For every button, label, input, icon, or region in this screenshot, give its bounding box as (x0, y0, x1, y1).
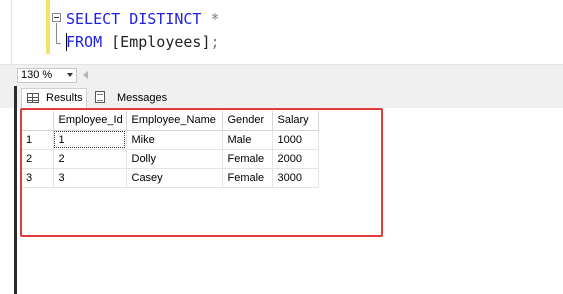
scroll-left-icon[interactable] (83, 71, 88, 79)
table-row[interactable]: 1 1 Mike Male 1000 (21, 130, 319, 150)
fold-guide-end (56, 43, 61, 44)
tab-messages-label: Messages (117, 92, 168, 104)
grid-icon (27, 93, 39, 103)
table-cell[interactable]: Casey (126, 168, 223, 188)
table-cell[interactable]: 1 (53, 130, 127, 150)
zoom-bar: 130 % (0, 64, 563, 87)
chevron-down-icon[interactable] (67, 73, 73, 77)
zoom-value: 130 % (21, 69, 53, 81)
column-header-employee-name[interactable]: Employee_Name (126, 111, 223, 131)
messages-icon (95, 91, 105, 103)
code-line-1[interactable]: SELECT DISTINCT * (66, 9, 220, 29)
table-cell[interactable]: Male (222, 130, 273, 150)
table-cell[interactable]: 3000 (272, 168, 319, 188)
zoom-select[interactable]: 130 % (17, 68, 77, 83)
header-row: Employee_Id Employee_Name Gender Salary (21, 111, 319, 131)
table-cell[interactable]: Dolly (126, 149, 223, 169)
table-cell[interactable]: Mike (126, 130, 223, 150)
column-header-salary[interactable]: Salary (272, 111, 319, 131)
tab-messages[interactable]: Messages (92, 88, 168, 108)
row-number[interactable]: 2 (21, 149, 54, 169)
column-header-employee-id[interactable]: Employee_Id (53, 111, 127, 131)
table-cell[interactable]: Female (222, 149, 273, 169)
star-operator: * (210, 10, 220, 28)
table-cell[interactable]: 1000 (272, 130, 319, 150)
table-cell[interactable]: 2 (53, 149, 127, 169)
table-cell[interactable]: 3 (53, 168, 127, 188)
editor-margin (11, 0, 12, 64)
tab-results-label: Results (46, 92, 83, 104)
semicolon: ; (210, 33, 220, 51)
table-name: [Employees] (111, 33, 211, 51)
row-header-corner[interactable] (21, 111, 54, 131)
row-number[interactable]: 3 (21, 168, 54, 188)
results-pane: Employee_Id Employee_Name Gender Salary … (17, 108, 563, 294)
fold-guide (56, 23, 57, 44)
row-number[interactable]: 1 (21, 130, 54, 150)
table-cell[interactable]: Female (222, 168, 273, 188)
tab-results[interactable]: Results (21, 88, 87, 108)
table-row[interactable]: 2 2 Dolly Female 2000 (21, 149, 319, 169)
column-header-gender[interactable]: Gender (222, 111, 273, 131)
change-indicator (46, 0, 50, 54)
select-keyword: SELECT DISTINCT (66, 10, 202, 28)
results-grid[interactable]: Employee_Id Employee_Name Gender Salary … (21, 111, 319, 188)
from-keyword: FROM (66, 33, 103, 51)
collapse-region-icon[interactable] (52, 13, 61, 22)
query-editor[interactable]: SELECT DISTINCT * FROM [Employees]; (0, 0, 563, 64)
table-cell[interactable]: 2000 (272, 149, 319, 169)
text-cursor (66, 33, 67, 51)
code-line-2[interactable]: FROM [Employees]; (66, 32, 220, 52)
table-row[interactable]: 3 3 Casey Female 3000 (21, 168, 319, 188)
